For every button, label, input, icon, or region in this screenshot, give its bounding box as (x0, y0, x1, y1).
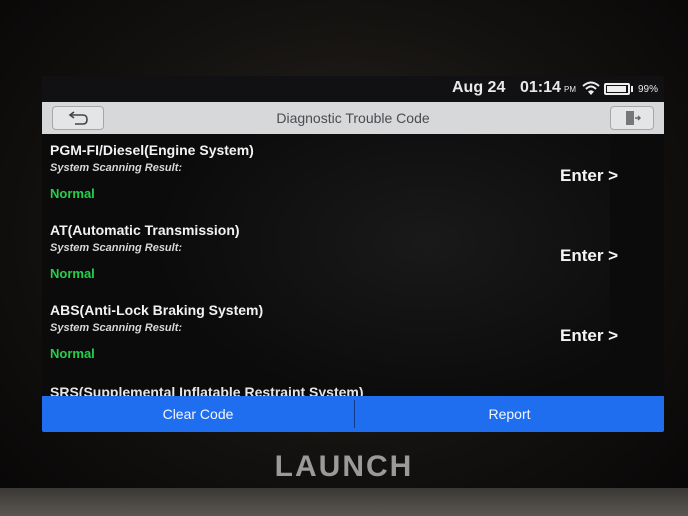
system-result-label: System Scanning Result: (50, 242, 183, 254)
action-bar: Clear Code Report (42, 396, 664, 432)
enter-button[interactable]: Enter > (560, 246, 618, 266)
system-name: AT(Automatic Transmission) (50, 222, 240, 238)
system-row-engine[interactable]: PGM-FI/Diesel(Engine System) System Scan… (42, 134, 664, 214)
system-result-label: System Scanning Result: (50, 322, 183, 334)
system-status: Normal (50, 266, 95, 281)
device-brand-logo: LAUNCH (274, 450, 414, 483)
system-name: PGM-FI/Diesel(Engine System) (50, 142, 254, 158)
system-row-transmission[interactable]: AT(Automatic Transmission) System Scanni… (42, 214, 664, 294)
system-row-abs[interactable]: ABS(Anti-Lock Braking System) System Sca… (42, 294, 664, 374)
clear-code-button[interactable]: Clear Code (42, 396, 354, 432)
system-status: Normal (50, 186, 95, 201)
system-status: Normal (50, 346, 95, 361)
report-button[interactable]: Report (355, 396, 664, 432)
status-bar: Aug 24 01:14 PM 99% (42, 76, 664, 102)
exit-icon (626, 111, 641, 125)
battery-tip (631, 86, 633, 92)
system-row-srs[interactable]: SRS(Supplemental Inflatable Restraint Sy… (50, 384, 364, 396)
battery-percent: 99% (638, 84, 659, 95)
title-bar: Diagnostic Trouble Code (42, 102, 664, 134)
tablet-screen: Aug 24 01:14 PM 99% Diagnostic Trouble C… (42, 76, 664, 432)
system-list: PGM-FI/Diesel(Engine System) System Scan… (42, 134, 664, 396)
status-time: 01:14 (520, 79, 561, 96)
wifi-icon (582, 80, 600, 96)
enter-button[interactable]: Enter > (560, 166, 618, 186)
device-edge (0, 488, 688, 516)
system-name: ABS(Anti-Lock Braking System) (50, 302, 264, 318)
battery-icon (604, 83, 630, 95)
page-title: Diagnostic Trouble Code (276, 110, 430, 126)
system-result-label: System Scanning Result: (50, 162, 183, 174)
status-ampm: PM (564, 85, 576, 94)
status-date: Aug 24 (452, 79, 506, 96)
enter-button[interactable]: Enter > (560, 326, 618, 346)
exit-button[interactable] (610, 106, 654, 130)
